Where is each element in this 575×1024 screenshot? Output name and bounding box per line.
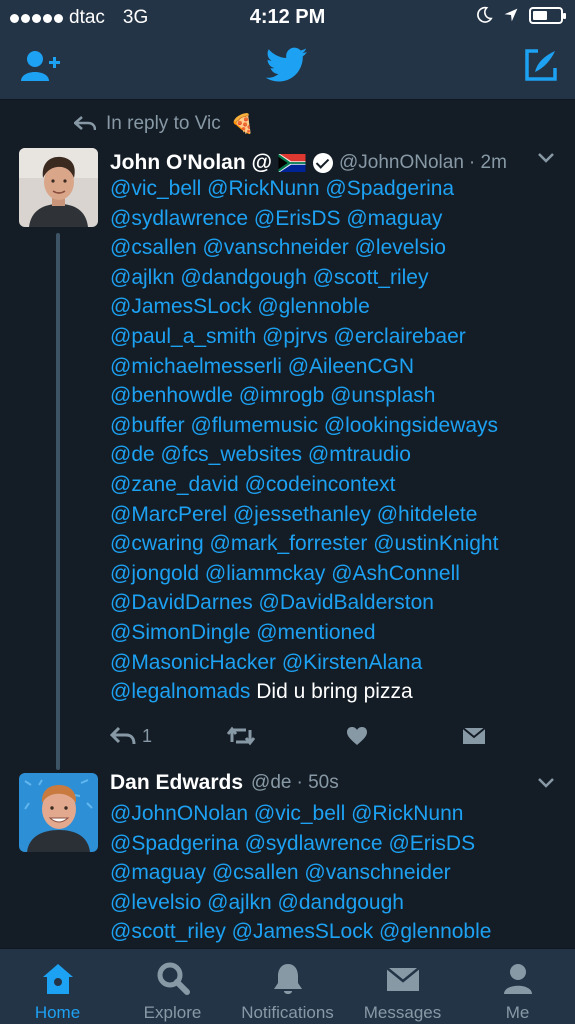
avatar[interactable] [19, 148, 98, 227]
tab-me[interactable]: Me [460, 949, 575, 1024]
tweet-time: · 2m [468, 152, 507, 173]
south-africa-flag-icon [278, 154, 306, 172]
retweet-icon [226, 726, 256, 746]
bottom-tab-bar: Home Explore Notifications Messages Me [0, 948, 575, 1024]
tweet-header: Dan Edwards @de · 50s [110, 767, 555, 799]
tab-home[interactable]: Home [0, 949, 115, 1024]
retweet-button[interactable] [226, 726, 256, 746]
mention-line[interactable]: @Spadgerina @sydlawrence @ErisDS [110, 829, 561, 859]
tweet-plain-text: Did u bring pizza [250, 680, 413, 704]
reply-icon [110, 726, 136, 745]
mention-line[interactable]: @levelsio @ajlkn @dandgough [110, 888, 561, 918]
mention-line[interactable]: @benhowdle @imrogb @unsplash [110, 381, 561, 411]
add-user-icon[interactable] [20, 49, 62, 83]
mention-line[interactable]: @MarcPerel @jessethanley @hitdelete [110, 500, 561, 530]
status-right [475, 6, 566, 24]
chevron-down-icon[interactable] [537, 152, 555, 164]
mention-line[interactable]: @sydlawrence @ErisDS @maguay [110, 204, 561, 234]
mention-line[interactable]: @michaelmesserli @AileenCGN [110, 352, 561, 382]
battery-icon [529, 6, 566, 24]
compose-icon[interactable] [524, 48, 558, 82]
battery-level [533, 10, 547, 20]
tweet[interactable]: John O'Nolan @ @JohnONolan · 2m @vic_bel… [0, 100, 575, 770]
tab-messages[interactable]: Messages [345, 949, 460, 1024]
chevron-down-icon[interactable] [537, 777, 555, 789]
mention-line[interactable]: @de @fcs_websites @mtraudio [110, 440, 561, 470]
search-icon [157, 962, 190, 995]
author-handle[interactable]: @de [251, 772, 291, 794]
direct-message-button[interactable] [462, 727, 486, 745]
top-nav-bar [0, 34, 575, 100]
tab-label: Me [505, 1003, 530, 1022]
bell-icon [273, 964, 302, 994]
tweet-text: @JohnONolan @vic_bell @RickNunn @Spadgeri… [110, 799, 561, 947]
tab-label: Notifications [241, 1003, 334, 1022]
moon-icon [477, 6, 493, 23]
envelope-icon [385, 967, 420, 991]
mention-line[interactable]: @MasonicHacker @KirstenAlana [110, 648, 561, 678]
mention-link[interactable]: @legalnomads [110, 680, 250, 703]
author-name[interactable]: Dan Edwards [110, 771, 243, 795]
reply-button[interactable]: 1 [110, 726, 152, 747]
mention-line[interactable]: @vic_bell @RickNunn @Spadgerina [110, 174, 561, 204]
mention-line[interactable]: @jongold @liammckay @AshConnell [110, 559, 561, 589]
tweet-actions: 1 [110, 725, 486, 747]
tweet-time: · 50s [296, 772, 339, 793]
tab-notifications[interactable]: Notifications [230, 949, 345, 1024]
john-onolan-avatar-image [19, 148, 98, 227]
mention-line[interactable]: @SimonDingle @mentioned [110, 618, 561, 648]
heart-icon [347, 727, 368, 745]
tweet[interactable]: Dan Edwards @de · 50s @JohnONolan @vic_b… [0, 765, 575, 948]
tab-label: Explore [143, 1003, 202, 1022]
mention-line[interactable]: @DavidDarnes @DavidBalderston [110, 588, 561, 618]
tab-explore[interactable]: Explore [115, 949, 230, 1024]
mention-line[interactable]: @csallen @vanschneider @levelsio [110, 233, 561, 263]
reply-count: 1 [142, 725, 153, 746]
location-arrow-icon [504, 8, 518, 22]
thread-line [56, 233, 60, 770]
person-icon [503, 964, 532, 994]
mention-line[interactable]: @ajlkn @dandgough @scott_riley [110, 263, 561, 293]
author-handle[interactable]: @JohnONolan [339, 152, 464, 174]
like-button[interactable] [346, 726, 368, 746]
tweet-text: @vic_bell @RickNunn @Spadgerina @sydlawre… [110, 174, 561, 707]
timeline[interactable]: In reply to Vic 🍕 John O'Nolan @ @JohnON… [0, 100, 575, 948]
mention-line[interactable]: @maguay @csallen @vanschneider [110, 858, 561, 888]
tweet-text-last-line: @legalnomads Did u bring pizza [110, 677, 561, 707]
mention-line[interactable]: @zane_david @codeincontext [110, 470, 561, 500]
status-bar: dtac 3G 4:12 PM [0, 0, 575, 34]
tab-label: Messages [363, 1003, 442, 1022]
dan-edwards-avatar-image [19, 773, 98, 852]
envelope-icon [462, 727, 486, 744]
author-name[interactable]: John O'Nolan @ [110, 151, 272, 175]
verified-badge-icon [312, 153, 333, 173]
mention-line[interactable]: @cwaring @mark_forrester @ustinKnight [110, 529, 561, 559]
mention-line[interactable]: @JohnONolan @vic_bell @RickNunn [110, 799, 561, 829]
mention-line[interactable]: @paul_a_smith @pjrvs @erclairebaer [110, 322, 561, 352]
avatar[interactable] [19, 773, 98, 852]
tab-label: Home [34, 1003, 81, 1022]
twitter-bird-icon[interactable] [266, 47, 308, 83]
home-icon [42, 964, 73, 994]
mention-line[interactable]: @scott_riley @JamesSLock @glennoble [110, 917, 561, 947]
mention-line[interactable]: @JamesSLock @glennoble [110, 292, 561, 322]
mention-line[interactable]: @buffer @flumemusic @lookingsideways [110, 411, 561, 441]
